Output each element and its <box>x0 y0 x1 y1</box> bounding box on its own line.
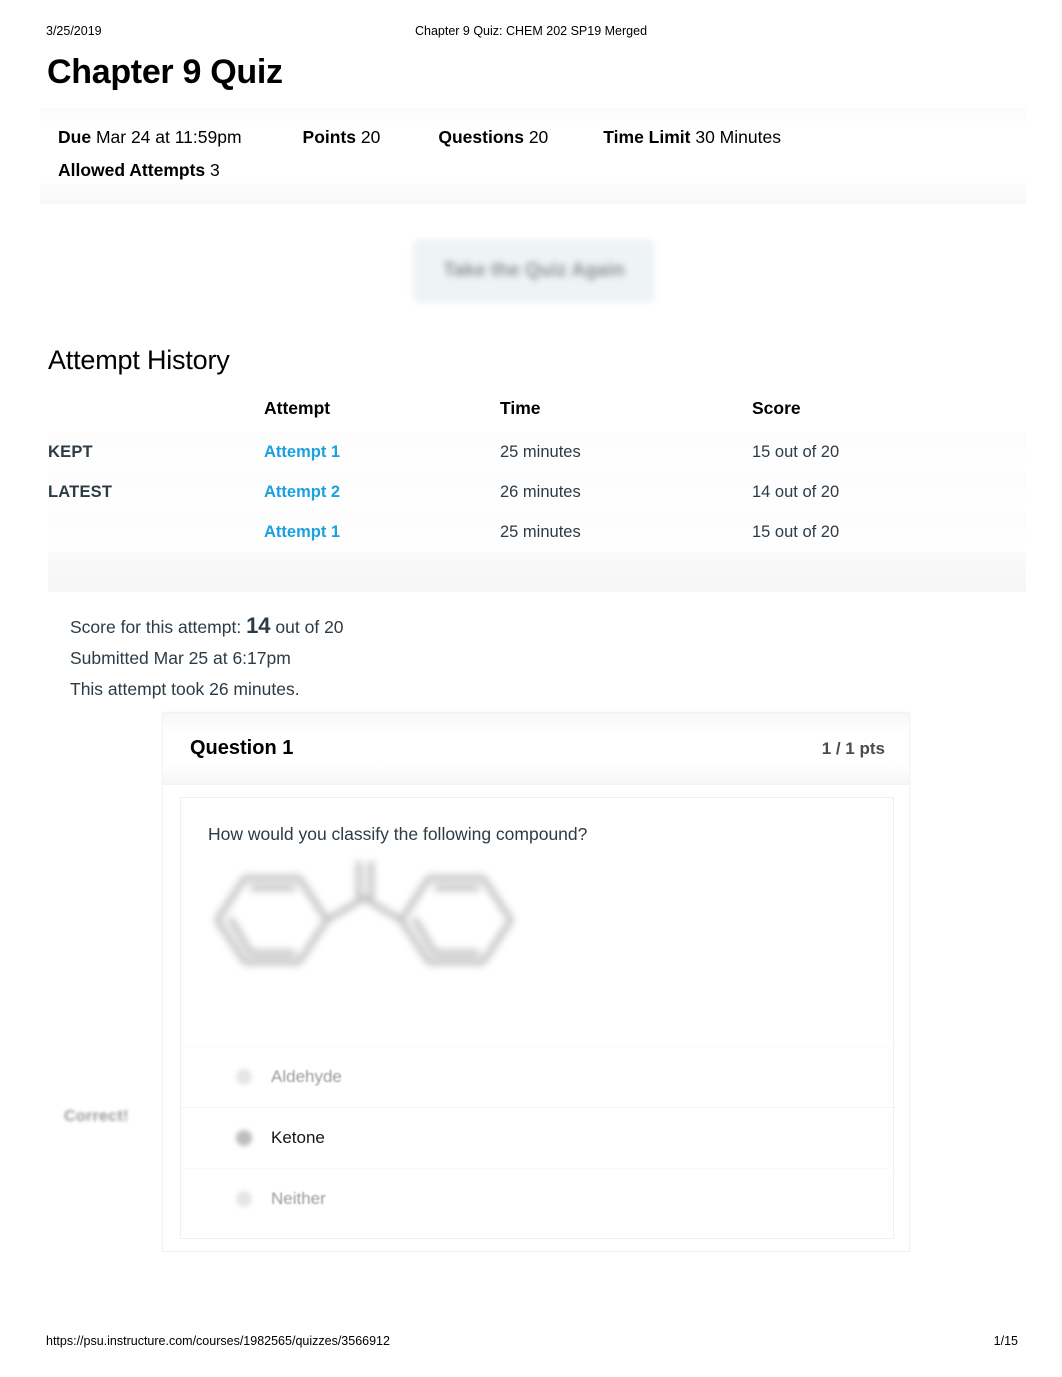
table-row: Attempt 1 25 minutes 15 out of 20 <box>48 512 1026 552</box>
score-value: 14 <box>246 613 271 638</box>
page-title: Chapter 9 Quiz <box>47 53 283 91</box>
column-header-time: Time <box>500 398 541 418</box>
quiz-meta-bar: Due Mar 24 at 11:59pm Points 20 Questions … <box>40 108 1026 204</box>
row-status <box>48 512 264 552</box>
row-time: 26 minutes <box>500 482 581 501</box>
row-score: 15 out of 20 <box>752 522 840 541</box>
quiz-meta-row-secondary: Allowed Attempts 3 <box>58 160 220 181</box>
correct-answer-flag: Correct! <box>64 1108 129 1125</box>
answer-option-label: Ketone <box>271 1128 325 1147</box>
benzophenone-structure-image <box>201 858 521 988</box>
attempt-link[interactable]: Attempt 2 <box>264 483 340 501</box>
meta-time-limit-value: 30 Minutes <box>695 127 781 147</box>
radio-icon[interactable] <box>236 1069 252 1085</box>
score-suffix: out of 20 <box>275 617 344 637</box>
score-prefix: Score for this attempt: <box>70 617 242 637</box>
row-attempt[interactable]: Attempt 2 <box>264 472 500 512</box>
attempt-history-table: Attempt Time Score KEPT Attempt 1 25 min… <box>48 398 1026 592</box>
meta-time-limit: Time Limit 30 Minutes <box>603 127 781 148</box>
meta-questions: Questions 20 <box>438 127 548 148</box>
quiz-meta-row-primary: Due Mar 24 at 11:59pm Points 20 Questions … <box>58 127 781 148</box>
meta-due: Due Mar 24 at 11:59pm <box>58 127 242 148</box>
table-spacer-row <box>48 552 1026 592</box>
meta-points-label: Points <box>302 127 357 147</box>
question-body: How would you classify the following com… <box>180 797 895 1239</box>
row-time: 25 minutes <box>500 522 581 541</box>
answer-option-aldehyde[interactable]: Aldehyde <box>181 1046 895 1107</box>
meta-points-value: 20 <box>360 127 381 147</box>
attempt-link[interactable]: Attempt 1 <box>264 523 340 541</box>
attempt-history-tbody: KEPT Attempt 1 25 minutes 15 out of 20 L… <box>48 432 1026 592</box>
attempt-history-heading: Attempt History <box>48 345 230 375</box>
attempt-link[interactable]: Attempt 1 <box>264 443 340 461</box>
meta-time-limit-label: Time Limit <box>603 127 691 147</box>
question-prompt: How would you classify the following com… <box>208 824 588 844</box>
radio-selected-icon[interactable] <box>236 1130 252 1146</box>
answer-option-ketone[interactable]: Ketone <box>181 1107 895 1168</box>
column-header-attempt: Attempt <box>264 398 331 418</box>
answer-options-list: Aldehyde Ketone Neither <box>181 1046 895 1229</box>
answer-option-label: Neither <box>271 1189 326 1208</box>
meta-allowed-attempts: Allowed Attempts 3 <box>58 160 220 181</box>
meta-due-label: Due <box>58 127 92 147</box>
take-quiz-again-wrapper[interactable]: Take the Quiz Again <box>414 240 654 302</box>
take-quiz-again-button[interactable]: Take the Quiz Again <box>414 240 654 302</box>
question-header: Question 1 1 / 1 pts <box>163 713 909 785</box>
column-header-score: Score <box>752 398 801 418</box>
radio-icon[interactable] <box>236 1191 252 1207</box>
footer-url: https://psu.instructure.com/courses/1982… <box>46 1334 390 1348</box>
row-status: LATEST <box>48 482 113 501</box>
attempt-score-summary: Score for this attempt: 14 out of 20 Sub… <box>70 610 344 705</box>
answer-option-neither[interactable]: Neither <box>181 1168 895 1229</box>
score-line: Score for this attempt: 14 out of 20 <box>70 610 344 643</box>
attempt-history-header-row: Attempt Time Score <box>48 398 1026 432</box>
print-title: Chapter 9 Quiz: CHEM 202 SP19 Merged <box>414 24 648 38</box>
column-header-status <box>48 398 264 432</box>
question-card: Question 1 1 / 1 pts How would you class… <box>162 712 910 1252</box>
row-score: 15 out of 20 <box>752 442 840 461</box>
meta-allowed-attempts-label: Allowed Attempts <box>58 160 206 180</box>
row-status: KEPT <box>48 442 93 461</box>
quiz-results-page: 3/25/2019 Chapter 9 Quiz: CHEM 202 SP19 … <box>0 0 1062 1377</box>
submitted-line: Submitted Mar 25 at 6:17pm <box>70 648 291 668</box>
row-attempt[interactable]: Attempt 1 <box>264 432 500 472</box>
attempt-history-thead: Attempt Time Score <box>48 398 1026 432</box>
meta-questions-label: Questions <box>438 127 524 147</box>
row-attempt[interactable]: Attempt 1 <box>264 512 500 552</box>
answer-option-label: Aldehyde <box>271 1067 342 1086</box>
row-score: 14 out of 20 <box>752 482 840 501</box>
duration-line: This attempt took 26 minutes. <box>70 679 300 699</box>
table-row: LATEST Attempt 2 26 minutes 14 out of 20 <box>48 472 1026 512</box>
question-number: Question 1 <box>190 737 294 759</box>
footer-page-number: 1/15 <box>993 1334 1018 1348</box>
table-row: KEPT Attempt 1 25 minutes 15 out of 20 <box>48 432 1026 472</box>
meta-points: Points 20 <box>303 127 381 148</box>
meta-due-value: Mar 24 at 11:59pm <box>95 127 242 147</box>
table-spacer-cell <box>48 552 1026 592</box>
meta-allowed-attempts-value: 3 <box>210 160 220 180</box>
print-header: 3/25/2019 Chapter 9 Quiz: CHEM 202 SP19 … <box>0 24 1062 40</box>
meta-questions-value: 20 <box>528 127 549 147</box>
row-time: 25 minutes <box>500 442 581 461</box>
question-points: 1 / 1 pts <box>821 739 885 758</box>
